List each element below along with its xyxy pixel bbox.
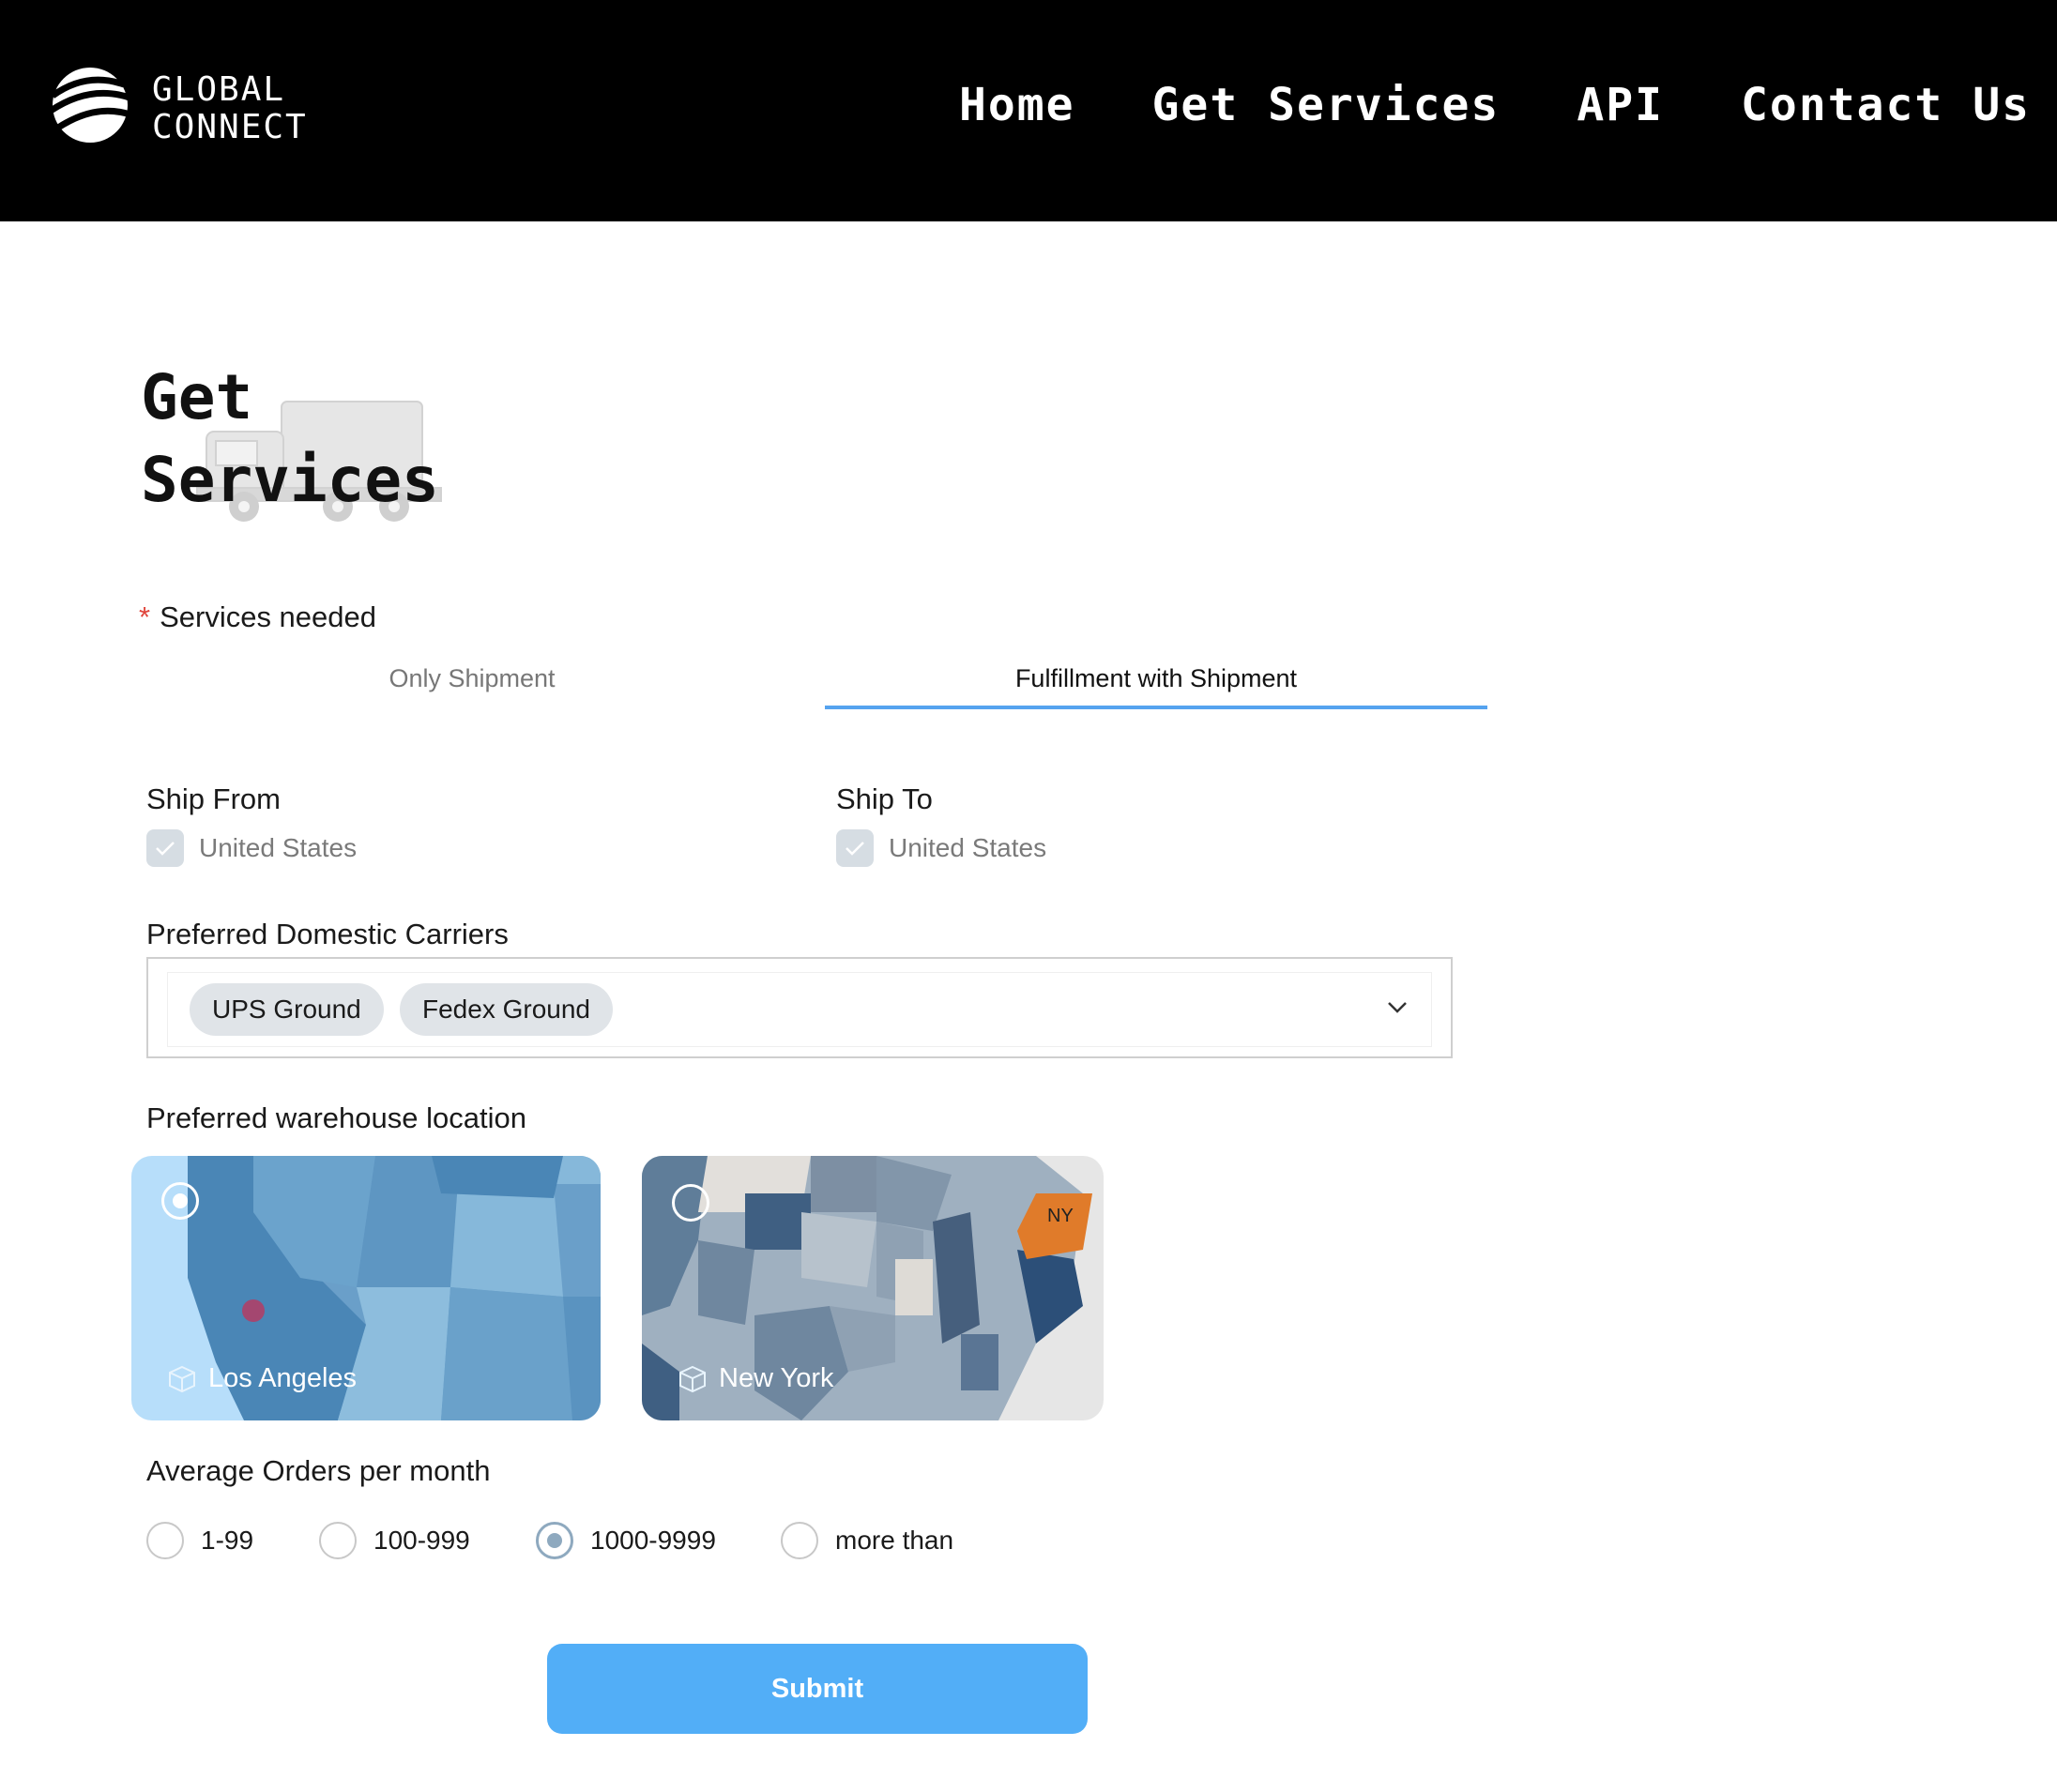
los-angeles-caption: Los Angeles [167,1363,357,1394]
new-york-radio[interactable] [672,1184,709,1222]
carrier-chip-ups-ground[interactable]: UPS Ground [190,983,384,1036]
ship-from-option[interactable]: United States [146,829,357,867]
orders-option-1000-9999[interactable]: 1000-9999 [536,1522,716,1559]
orders-radio-1000-9999[interactable] [536,1522,573,1559]
orders-option-label: 1000-9999 [590,1526,716,1555]
tab-fulfillment-with-shipment[interactable]: Fulfillment with Shipment [825,657,1487,709]
ship-to-label: Ship To [836,782,933,815]
tab-only-shipment[interactable]: Only Shipment [141,657,803,709]
warehouse-option-new-york[interactable]: NY New York [642,1156,1104,1420]
services-tabs: Only Shipment Fulfillment with Shipment [141,657,1490,713]
ship-from-checkbox[interactable] [146,829,184,867]
los-angeles-label: Los Angeles [208,1363,358,1393]
required-asterisk: * [139,600,151,633]
carrier-chip-fedex-ground[interactable]: Fedex Ground [400,983,613,1036]
orders-option-label: 100-999 [373,1526,470,1555]
orders-option-more-than[interactable]: more than [781,1522,953,1559]
ny-badge: NY [1047,1206,1074,1226]
orders-option-100-999[interactable]: 100-999 [319,1522,470,1559]
page-title-line-2: Services [141,444,439,516]
package-box-icon [679,1365,706,1392]
page-title: Get Services [141,357,439,522]
logo-line-1: GLOBAL [152,70,286,109]
nav-contact-us[interactable]: Contact Us [1741,77,2031,133]
ship-from-label: Ship From [146,782,281,815]
orders-radio-1-99[interactable] [146,1522,184,1559]
logo-line-2: CONNECT [152,108,308,146]
logo-wordmark: GLOBAL CONNECT [152,71,308,146]
ship-to-value: United States [889,833,1047,862]
warehouse-option-los-angeles[interactable]: Los Angeles [131,1156,601,1420]
nav-home[interactable]: Home [959,77,1075,133]
orders-option-label: more than [835,1526,954,1555]
chevron-down-icon[interactable] [1387,1000,1408,1015]
top-navigation-bar: GLOBAL CONNECT Home Get Services API Con… [0,0,2057,221]
main-nav: Home Get Services API Contact Us [959,77,2031,133]
orders-option-label: 1-99 [201,1526,254,1555]
carriers-label: Preferred Domestic Carriers [146,918,509,950]
package-box-icon [169,1365,195,1392]
services-needed-text: Services needed [160,600,377,633]
globe-logo-icon [49,68,131,143]
new-york-label: New York [719,1363,834,1393]
orders-label: Average Orders per month [146,1454,491,1487]
nav-get-services[interactable]: Get Services [1152,77,1501,133]
ship-to-option[interactable]: United States [836,829,1046,867]
page-title-block: Get Services [141,357,450,525]
submit-button[interactable]: Submit [547,1644,1088,1734]
new-york-caption: New York [678,1363,834,1394]
ship-from-value: United States [199,833,358,862]
services-needed-label: * Services needed [139,600,376,634]
orders-radio-100-999[interactable] [319,1522,357,1559]
check-icon [846,842,864,856]
page-title-line-1: Get [141,361,253,433]
orders-option-1-99[interactable]: 1-99 [146,1522,253,1559]
check-icon [156,842,175,856]
orders-radio-more-than[interactable] [781,1522,818,1559]
los-angeles-radio[interactable] [161,1182,199,1220]
carriers-multiselect[interactable]: UPS Ground Fedex Ground [146,957,1453,1058]
nav-api[interactable]: API [1577,77,1664,133]
ship-to-checkbox[interactable] [836,829,874,867]
global-connect-logo[interactable]: GLOBAL CONNECT [49,62,330,156]
warehouse-label: Preferred warehouse location [146,1101,526,1134]
